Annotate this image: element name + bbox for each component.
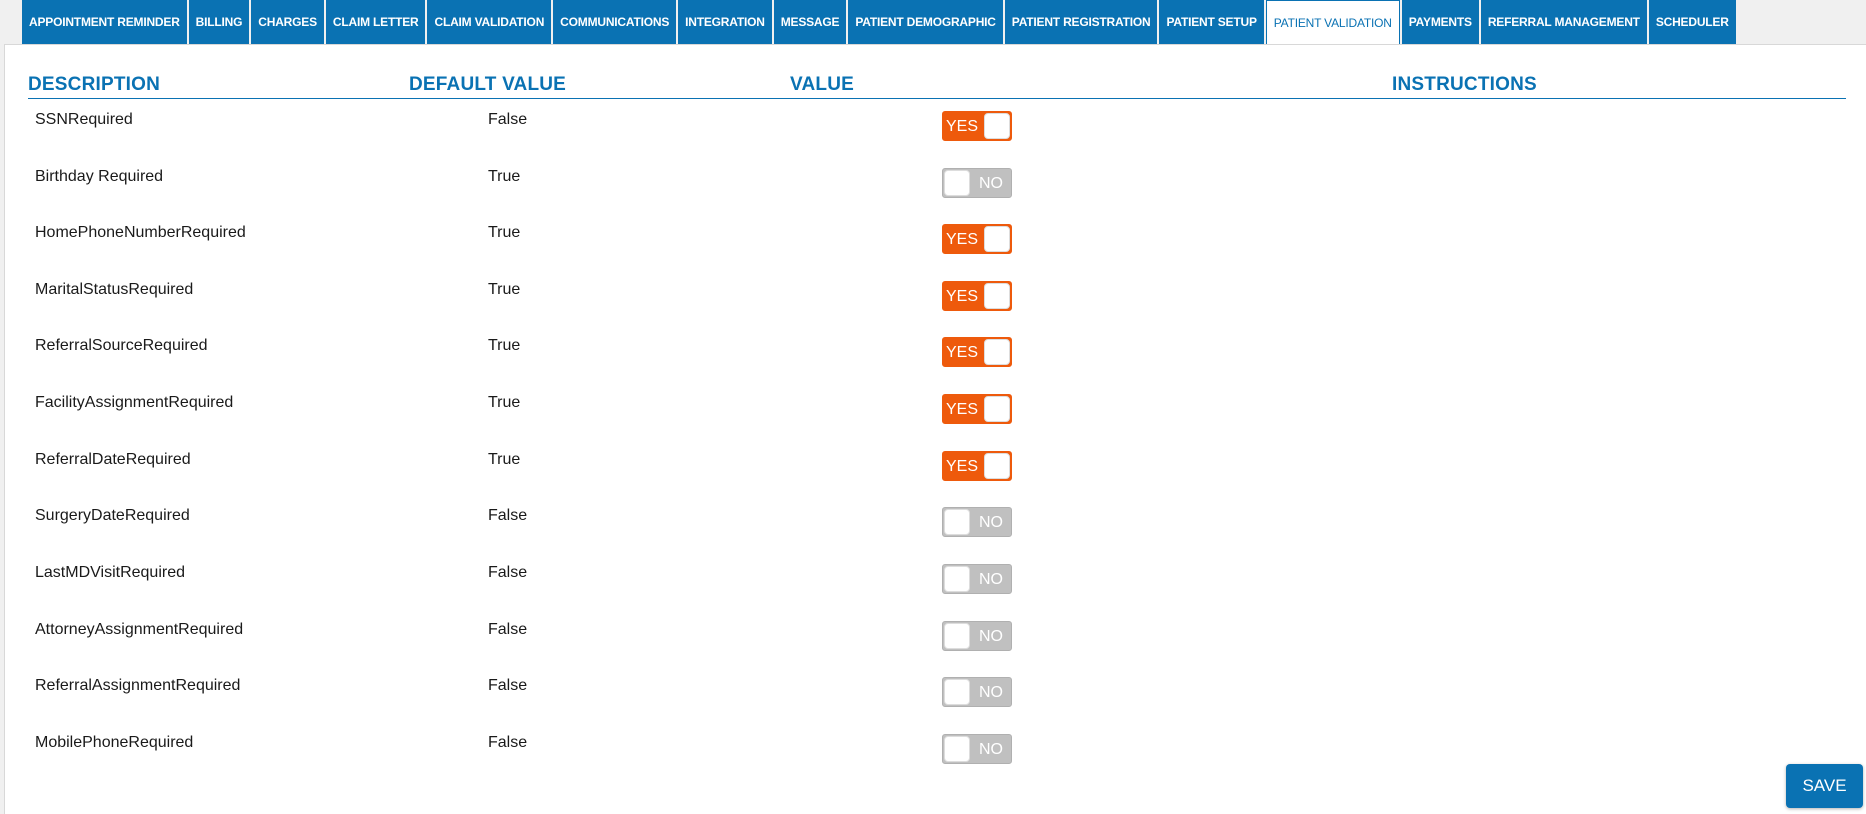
tab-patient-validation[interactable]: PATIENT VALIDATION	[1265, 0, 1400, 45]
tab-patient-registration[interactable]: PATIENT REGISTRATION	[1004, 0, 1158, 44]
tab-patient-setup[interactable]: PATIENT SETUP	[1159, 0, 1264, 44]
toggle-state-label: YES	[946, 401, 979, 418]
toggle-state-label: NO	[979, 571, 1003, 588]
setting-default-value: True	[488, 394, 521, 411]
setting-description: FacilityAssignmentRequired	[35, 394, 234, 411]
setting-default-value: True	[488, 168, 521, 185]
setting-default-value: False	[488, 677, 528, 694]
setting-description: Birthday Required	[35, 168, 164, 185]
column-header-instructions: INSTRUCTIONS	[1392, 74, 1537, 95]
toggle-knob	[944, 679, 970, 705]
tab-communications[interactable]: COMMUNICATIONS	[553, 0, 677, 44]
tab-claim-letter[interactable]: CLAIM LETTER	[325, 0, 426, 44]
setting-description: MobilePhoneRequired	[35, 734, 194, 751]
table-row: SurgeryDateRequired False NO	[5, 507, 1866, 563]
value-toggle[interactable]: YES	[942, 451, 1012, 481]
table-row: MaritalStatusRequired True YES	[5, 281, 1866, 337]
setting-description: LastMDVisitRequired	[35, 564, 185, 581]
toggle-state-label: YES	[946, 118, 979, 135]
table-row: ReferralAssignmentRequired False NO	[5, 677, 1866, 733]
value-toggle[interactable]: NO	[942, 734, 1012, 764]
value-toggle[interactable]: NO	[942, 621, 1012, 651]
table-row: LastMDVisitRequired False NO	[5, 564, 1866, 620]
setting-default-value: True	[488, 224, 521, 241]
setting-description: SSNRequired	[35, 111, 133, 128]
table-row: MobilePhoneRequired False NO	[5, 734, 1866, 790]
toggle-knob	[944, 509, 970, 535]
table-row: AttorneyAssignmentRequired False NO	[5, 621, 1866, 677]
tab-integration[interactable]: INTEGRATION	[678, 0, 772, 44]
value-toggle[interactable]: YES	[942, 394, 1012, 424]
table-row: SSNRequired False YES	[5, 111, 1866, 167]
toggle-state-label: NO	[979, 175, 1003, 192]
table-row: ReferralDateRequired True YES	[5, 451, 1866, 507]
value-toggle[interactable]: YES	[942, 111, 1012, 141]
save-button[interactable]: SAVE	[1786, 764, 1863, 808]
setting-default-value: False	[488, 734, 528, 751]
value-toggle[interactable]: YES	[942, 224, 1012, 254]
value-toggle[interactable]: NO	[942, 677, 1012, 707]
tab-scheduler[interactable]: SCHEDULER	[1648, 0, 1736, 44]
toggle-knob	[984, 453, 1010, 479]
column-header-default-value: DEFAULT VALUE	[409, 74, 567, 95]
toggle-knob	[944, 566, 970, 592]
column-header-description: DESCRIPTION	[28, 74, 161, 95]
table-header: DESCRIPTION DEFAULT VALUE VALUE INSTRUCT…	[28, 74, 1846, 99]
column-header-value: VALUE	[790, 74, 854, 95]
tab-patient-demographic[interactable]: PATIENT DEMOGRAPHIC	[848, 0, 1003, 44]
value-toggle[interactable]: NO	[942, 564, 1012, 594]
setting-description: HomePhoneNumberRequired	[35, 224, 246, 241]
toggle-state-label: NO	[979, 684, 1003, 701]
value-toggle[interactable]: NO	[942, 168, 1012, 198]
value-toggle[interactable]: YES	[942, 337, 1012, 367]
toggle-state-label: NO	[979, 741, 1003, 758]
table-row: Birthday Required True NO	[5, 168, 1866, 224]
toggle-state-label: YES	[946, 231, 979, 248]
tab-charges[interactable]: CHARGES	[251, 0, 324, 44]
tab-billing[interactable]: BILLING	[188, 0, 250, 44]
table-row: ReferralSourceRequired True YES	[5, 337, 1866, 393]
setting-description: SurgeryDateRequired	[35, 507, 190, 524]
tab-referral-management[interactable]: REFERRAL MANAGEMENT	[1480, 0, 1647, 44]
setting-default-value: False	[488, 621, 528, 638]
setting-default-value: True	[488, 337, 521, 354]
tab-message[interactable]: MESSAGE	[773, 0, 847, 44]
settings-tab-bar: APPOINTMENT REMINDER BILLING CHARGES CLAIM …	[22, 0, 1736, 45]
toggle-knob	[944, 736, 970, 762]
setting-default-value: True	[488, 451, 521, 468]
setting-default-value: True	[488, 281, 521, 298]
table-row: HomePhoneNumberRequired True YES	[5, 224, 1866, 280]
value-toggle[interactable]: YES	[942, 281, 1012, 311]
setting-default-value: False	[488, 111, 528, 128]
toggle-state-label: NO	[979, 514, 1003, 531]
value-toggle[interactable]: NO	[942, 507, 1012, 537]
setting-description: ReferralDateRequired	[35, 451, 191, 468]
settings-panel: DESCRIPTION DEFAULT VALUE VALUE INSTRUCT…	[4, 44, 1866, 814]
tab-claim-validation[interactable]: CLAIM VALIDATION	[427, 0, 552, 44]
toggle-knob	[984, 396, 1010, 422]
toggle-knob	[984, 113, 1010, 139]
toggle-state-label: YES	[946, 288, 979, 305]
setting-description: MaritalStatusRequired	[35, 281, 194, 298]
toggle-state-label: YES	[946, 458, 979, 475]
toggle-knob	[944, 623, 970, 649]
toggle-knob	[984, 339, 1010, 365]
table-row: FacilityAssignmentRequired True YES	[5, 394, 1866, 450]
toggle-state-label: NO	[979, 628, 1003, 645]
toggle-knob	[984, 226, 1010, 252]
toggle-knob	[984, 283, 1010, 309]
tab-payments[interactable]: PAYMENTS	[1401, 0, 1479, 44]
setting-default-value: False	[488, 507, 528, 524]
toggle-knob	[944, 170, 970, 196]
setting-description: AttorneyAssignmentRequired	[35, 621, 244, 638]
toggle-state-label: YES	[946, 344, 979, 361]
tab-appointment-reminder[interactable]: APPOINTMENT REMINDER	[22, 0, 187, 44]
setting-description: ReferralAssignmentRequired	[35, 677, 241, 694]
setting-default-value: False	[488, 564, 528, 581]
setting-description: ReferralSourceRequired	[35, 337, 208, 354]
